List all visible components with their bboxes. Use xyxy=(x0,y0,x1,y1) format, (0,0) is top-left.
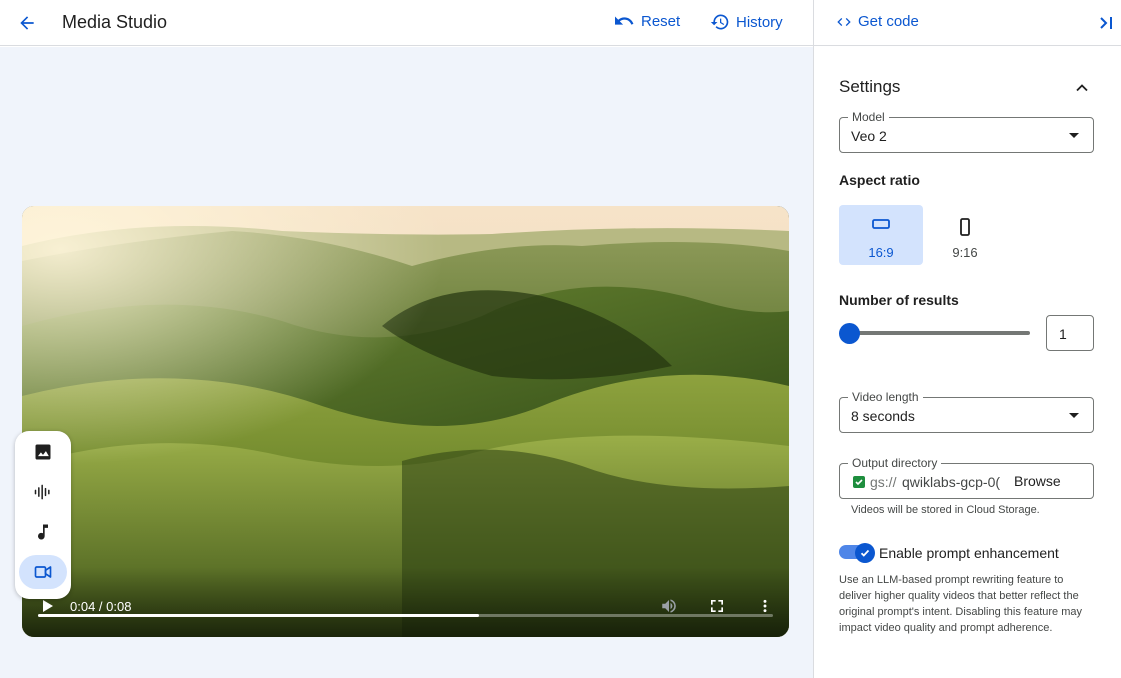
prompt-enhancement-label: Enable prompt enhancement xyxy=(879,545,1059,561)
video-time: 0:04 / 0:08 xyxy=(70,599,132,614)
output-directory-input[interactable]: qwiklabs-gcp-0( xyxy=(902,474,1000,490)
fullscreen-button[interactable] xyxy=(707,596,727,616)
get-code-button[interactable]: Get code xyxy=(836,13,919,30)
video-mode-button[interactable] xyxy=(19,555,67,589)
history-label: History xyxy=(736,13,783,31)
settings-collapse-toggle[interactable] xyxy=(1072,78,1092,98)
chevron-up-icon xyxy=(1076,84,1088,92)
play-button[interactable] xyxy=(38,597,56,615)
arrow-back-icon xyxy=(20,16,34,30)
toggle-knob xyxy=(855,543,875,563)
video-length-label: Video length xyxy=(848,390,923,404)
aspect-ratio-label-9-16: 9:16 xyxy=(952,245,978,260)
history-icon xyxy=(710,14,729,30)
output-directory-label: Output directory xyxy=(848,456,942,470)
reset-label: Reset xyxy=(641,12,681,30)
media-type-toolbar xyxy=(15,431,71,599)
output-directory-field: Output directory gs:// qwiklabs-gcp-0( B… xyxy=(839,456,1094,499)
image-icon xyxy=(35,444,51,460)
music-mode-button[interactable] xyxy=(19,515,67,549)
settings-title: Settings xyxy=(839,77,901,96)
results-slider-thumb[interactable] xyxy=(839,323,860,344)
page-title: Media Studio xyxy=(62,12,168,32)
results-slider[interactable] xyxy=(850,331,1030,335)
video-camera-icon xyxy=(34,566,52,578)
video-length-value: 8 seconds xyxy=(851,408,915,424)
top-bar: Media Studio Reset History xyxy=(0,0,813,46)
mute-button[interactable] xyxy=(659,596,679,616)
landscape-icon xyxy=(872,219,890,229)
video-progress-bar[interactable] xyxy=(38,614,773,617)
aspect-ratio-label: Aspect ratio xyxy=(839,172,920,188)
video-length-select[interactable]: Video length 8 seconds xyxy=(839,390,1094,433)
check-icon xyxy=(853,476,865,488)
music-note-icon xyxy=(38,524,48,540)
more-options-button[interactable] xyxy=(755,596,775,616)
results-label: Number of results xyxy=(839,292,959,308)
play-icon xyxy=(43,600,53,612)
portrait-icon xyxy=(960,218,970,236)
reset-button[interactable]: Reset xyxy=(613,12,680,30)
check-icon xyxy=(860,549,870,557)
aspect-ratio-label-16-9: 16:9 xyxy=(868,245,894,260)
image-mode-button[interactable] xyxy=(19,435,67,469)
prompt-enhancement-toggle[interactable] xyxy=(839,543,875,563)
video-controls: 0:04 / 0:08 xyxy=(22,567,789,637)
results-count-input[interactable]: 1 xyxy=(1046,315,1094,351)
output-directory-helper: Videos will be stored in Cloud Storage. xyxy=(851,504,1040,516)
last-page-icon xyxy=(1100,17,1112,29)
panel-header: Get code xyxy=(814,0,1121,46)
dropdown-arrow-icon xyxy=(1069,133,1079,138)
more-vert-icon xyxy=(763,599,767,613)
model-select[interactable]: Model Veo 2 xyxy=(839,110,1094,153)
fullscreen-icon xyxy=(711,600,723,612)
aspect-ratio-16-9[interactable]: 16:9 xyxy=(839,205,923,265)
model-value: Veo 2 xyxy=(851,128,887,144)
undo-icon xyxy=(615,16,634,25)
dropdown-arrow-icon xyxy=(1069,413,1079,418)
prompt-enhancement-description: Use an LLM-based prompt rewriting featur… xyxy=(839,574,1082,634)
model-label: Model xyxy=(848,110,889,124)
code-icon xyxy=(837,17,851,26)
settings-panel: Get code Settings Model Veo 2 Aspect rat… xyxy=(813,0,1121,678)
main-canvas: 0:04 / 0:08 xyxy=(0,47,813,678)
video-progress-fill xyxy=(38,614,479,617)
audio-waveform-icon xyxy=(34,484,50,500)
get-code-label: Get code xyxy=(858,13,919,30)
back-button[interactable] xyxy=(14,10,40,36)
video-player[interactable]: 0:04 / 0:08 xyxy=(22,206,789,637)
volume-icon xyxy=(662,599,676,613)
browse-button[interactable]: Browse xyxy=(1014,473,1061,489)
collapse-panel-button[interactable] xyxy=(1098,13,1116,33)
gs-prefix: gs:// xyxy=(870,474,897,490)
aspect-ratio-9-16[interactable]: 9:16 xyxy=(923,205,1007,265)
history-button[interactable]: History xyxy=(710,12,783,32)
speech-mode-button[interactable] xyxy=(19,475,67,509)
